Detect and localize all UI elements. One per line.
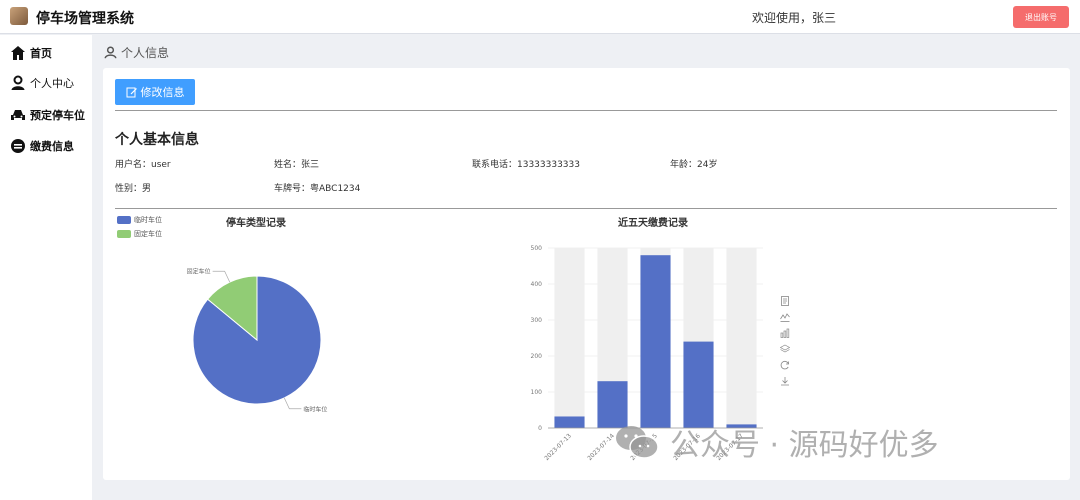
breadcrumb-label: 个人信息 bbox=[121, 46, 170, 60]
pie-slice-label: 临时车位 bbox=[303, 405, 327, 413]
bar bbox=[640, 255, 671, 428]
pie-chart-title: 停车类型记录 bbox=[226, 218, 286, 229]
user-icon bbox=[104, 46, 117, 59]
pie-label-line bbox=[212, 270, 231, 283]
bar-chart-icon[interactable] bbox=[780, 328, 790, 338]
pie-label-line bbox=[283, 397, 302, 410]
user-icon bbox=[11, 75, 25, 90]
top-header: 停车场管理系统 欢迎使用，张三 退出账号 bbox=[0, 0, 1080, 34]
data-view-icon[interactable] bbox=[780, 296, 790, 306]
sidebar-item-payment[interactable]: 缴费信息 bbox=[10, 136, 74, 156]
profile-card: 修改信息 个人基本信息 用户名：user 姓名：张三 联系电话：13333333… bbox=[103, 68, 1070, 480]
field-gender: 性别：男 bbox=[115, 184, 152, 194]
app-title: 停车场管理系统 bbox=[36, 11, 134, 27]
legend-swatch bbox=[117, 216, 131, 224]
field-age: 年龄：24岁 bbox=[670, 160, 718, 170]
legend-label: 临时车位 bbox=[134, 216, 162, 224]
sidebar-item-label: 首页 bbox=[30, 47, 52, 60]
legend-item-fixed[interactable]: 固定车位 bbox=[117, 229, 162, 239]
sidebar-item-profile[interactable]: 个人中心 bbox=[10, 73, 74, 93]
breadcrumb: 个人信息 bbox=[104, 44, 169, 61]
sidebar-item-label: 缴费信息 bbox=[30, 140, 74, 153]
logout-button[interactable]: 退出账号 bbox=[1013, 6, 1069, 28]
home-icon bbox=[11, 46, 25, 60]
payment-icon bbox=[11, 139, 25, 153]
bar bbox=[554, 416, 585, 428]
y-tick-label: 200 bbox=[531, 353, 543, 360]
bar-background bbox=[726, 248, 757, 428]
sidebar-item-reserve[interactable]: 预定停车位 bbox=[10, 105, 85, 125]
watermark-text: 公众号 · 源码好优多 bbox=[670, 428, 939, 463]
y-tick-label: 500 bbox=[531, 245, 543, 252]
bar-chart-title: 近五天缴费记录 bbox=[618, 218, 688, 229]
section-title: 个人基本信息 bbox=[115, 132, 199, 148]
wechat-icon bbox=[616, 426, 659, 459]
y-tick-label: 300 bbox=[531, 317, 543, 324]
stack-icon[interactable] bbox=[780, 344, 790, 354]
sidebar-item-home[interactable]: 首页 bbox=[10, 43, 52, 63]
chart-toolbox bbox=[780, 296, 792, 392]
welcome-text: 欢迎使用，张三 bbox=[752, 11, 837, 25]
legend-swatch bbox=[117, 230, 131, 238]
sidebar-item-label: 预定停车位 bbox=[30, 109, 85, 122]
watermark: 公众号 · 源码好优多 bbox=[612, 420, 939, 464]
line-chart-icon[interactable] bbox=[780, 312, 790, 322]
field-username: 用户名：user bbox=[115, 160, 171, 170]
field-phone: 联系电话：13333333333 bbox=[472, 160, 580, 170]
legend-label: 固定车位 bbox=[134, 230, 162, 238]
edit-icon bbox=[126, 87, 137, 98]
sidebar: 首页 个人中心 预定停车位 缴费信息 bbox=[0, 35, 92, 500]
field-name: 姓名：张三 bbox=[274, 160, 320, 170]
y-tick-label: 0 bbox=[538, 425, 542, 432]
divider bbox=[115, 110, 1057, 111]
y-tick-label: 100 bbox=[531, 389, 543, 396]
sidebar-item-label: 个人中心 bbox=[30, 77, 74, 90]
car-icon bbox=[11, 110, 25, 120]
pie-slice-label: 固定车位 bbox=[187, 268, 211, 276]
bar-background bbox=[554, 248, 585, 428]
download-icon[interactable] bbox=[780, 376, 790, 386]
bar bbox=[683, 341, 714, 428]
app-logo bbox=[10, 7, 28, 25]
x-tick-label: 2023-07-13 bbox=[543, 432, 573, 462]
field-plate: 车牌号：粤ABC1234 bbox=[274, 184, 361, 194]
legend-item-temporary[interactable]: 临时车位 bbox=[117, 215, 162, 225]
pie-chart: 临时车位 固定车位 bbox=[187, 268, 328, 414]
edit-info-label: 修改信息 bbox=[140, 86, 185, 99]
y-tick-label: 400 bbox=[531, 281, 543, 288]
restore-icon[interactable] bbox=[780, 360, 790, 370]
edit-info-button[interactable]: 修改信息 bbox=[115, 79, 195, 105]
divider bbox=[115, 208, 1057, 209]
